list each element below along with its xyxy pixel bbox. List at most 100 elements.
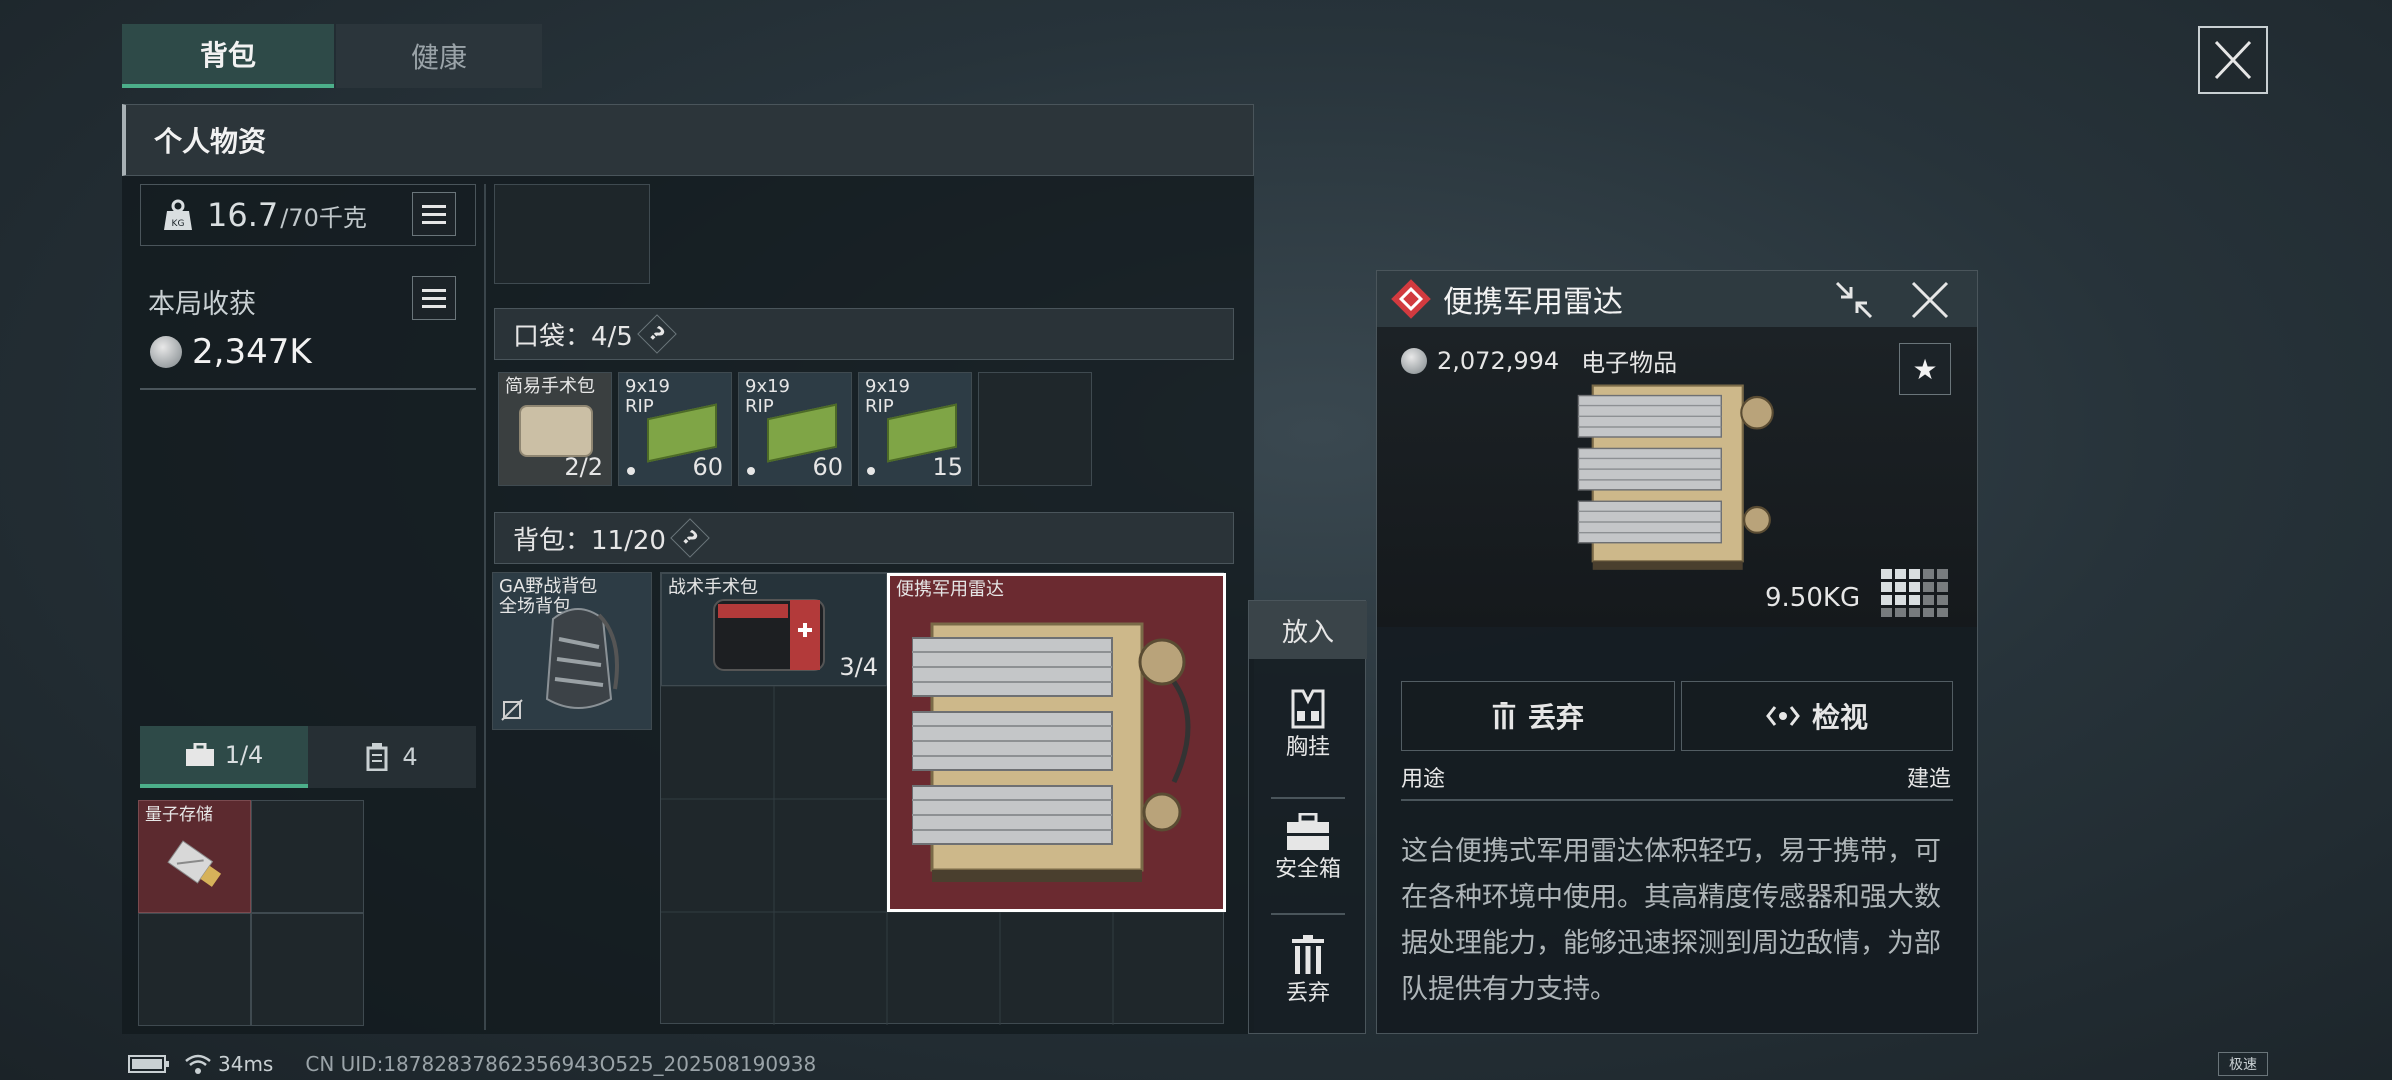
ping-value: 34ms	[218, 1052, 274, 1076]
harvest-list-button[interactable]	[412, 276, 456, 320]
pocket-item-label: 9x19 RIP	[865, 376, 911, 417]
item-detail-panel: 便携军用雷达 2,072,994 电子物品 ★ 9.50KG 丢弃 检视 用途 …	[1376, 270, 1978, 1034]
action-discard[interactable]: 丢弃	[1249, 935, 1367, 1007]
briefcase-icon	[185, 743, 214, 766]
pockets-header: 口袋：4/5 ?	[494, 308, 1234, 360]
harvest-label: 本局收获	[148, 289, 256, 320]
action-vest[interactable]: 胸挂	[1249, 689, 1367, 761]
section-header: 个人物资	[122, 104, 1254, 176]
storage-slot-empty[interactable]	[251, 800, 364, 913]
pocket-item-count: 2/2	[564, 453, 603, 481]
storage-slot-empty[interactable]	[251, 913, 364, 1026]
harvest-value-row: 2,347K	[150, 332, 312, 372]
put-in-label: 放入	[1281, 617, 1334, 648]
battery-icon	[128, 1055, 169, 1073]
weight-current: 16.7	[207, 196, 279, 234]
side-action-column: 放入 胸挂 安全箱 丢弃	[1248, 600, 1367, 1034]
rarity-diamond-icon	[1391, 279, 1431, 319]
side-divider	[1271, 797, 1345, 799]
close-button[interactable]	[2198, 26, 2268, 94]
pocket-item-label: 9x19 RIP	[745, 376, 791, 417]
storage-slot-quantum[interactable]: 量子存储	[138, 800, 251, 913]
vest-icon	[1291, 689, 1325, 729]
column-divider	[484, 184, 486, 1030]
coin-icon	[150, 336, 182, 368]
backpack-label: 背包：11/20	[513, 525, 666, 556]
inspect-button[interactable]: 检视	[1681, 681, 1953, 751]
inspect-label: 检视	[1811, 701, 1868, 734]
backpack-item-radar[interactable]: 便携军用雷达	[887, 573, 1226, 912]
storage-slot-empty[interactable]	[138, 913, 251, 1026]
detail-close-button[interactable]	[1907, 277, 1953, 323]
close-icon	[2214, 40, 2252, 80]
backpack-header: 背包：11/20 ?	[494, 512, 1234, 564]
action-vest-label: 胸挂	[1285, 735, 1330, 760]
pocket-slot-empty[interactable]	[978, 372, 1092, 486]
pocket-item-count: 15	[932, 453, 963, 481]
pocket-item-label: 9x19 RIP	[625, 376, 671, 417]
detail-divider	[1401, 799, 1953, 801]
usb-drive-icon	[167, 840, 222, 887]
pockets-help-icon[interactable]: ?	[637, 314, 677, 354]
pocket-item-surgical-kit[interactable]: 简易手术包 2/2	[498, 372, 612, 486]
price-row: 2,072,994 电子物品	[1401, 343, 1677, 378]
action-safe-box-label: 安全箱	[1274, 857, 1341, 882]
inspect-icon	[1766, 706, 1800, 726]
storage-tab-canister[interactable]: 4	[308, 726, 476, 788]
craft-label[interactable]: 建造	[1907, 761, 1951, 793]
detail-header: 便携军用雷达	[1377, 271, 1977, 327]
backpack-grid: 战术手术包 3/4 便携军用雷达	[660, 572, 1226, 1025]
tab-health[interactable]: 健康	[336, 24, 542, 88]
action-safe-box[interactable]: 安全箱	[1249, 813, 1367, 883]
safe-box-icon	[1287, 813, 1329, 850]
pocket-item-count: 60	[812, 453, 843, 481]
detail-title: 便携军用雷达	[1443, 285, 1623, 320]
pocket-item-label: 简易手术包	[505, 376, 595, 397]
storage-tab-canister-label: 4	[402, 743, 418, 771]
storage-item-label: 量子存储	[145, 805, 213, 825]
field-backpack-icon	[545, 608, 619, 709]
backpack-item-count: 3/4	[839, 653, 878, 681]
put-in-button[interactable]: 放入	[1249, 601, 1367, 659]
discard-button[interactable]: 丢弃	[1401, 681, 1675, 751]
storage-grid: 量子存储	[138, 800, 364, 1026]
weight-list-button[interactable]	[412, 192, 456, 236]
weight-max: /70千克	[280, 203, 367, 232]
tab-backpack[interactable]: 背包	[122, 24, 334, 88]
detail-image-area: 2,072,994 电子物品 ★ 9.50KG	[1377, 327, 1977, 627]
trash-icon	[1492, 702, 1516, 730]
collapse-icon	[1835, 281, 1873, 319]
backpack-item-label: 便携军用雷达	[896, 579, 1004, 600]
detail-description: 这台便携式军用雷达体积轻巧，易于携带，可在各种环境中使用。其高精度传感器和强大数…	[1401, 836, 1941, 1005]
no-insure-icon	[501, 699, 523, 721]
radar-icon	[912, 622, 1191, 882]
status-bar: 34ms CN UID:18782837862356943O525_202508…	[128, 1052, 816, 1076]
favorite-button[interactable]: ★	[1899, 343, 1951, 395]
star-icon: ★	[1912, 352, 1938, 386]
pockets-row: 简易手术包 2/2 9x19 RIP 60 9x19 RIP 60 9x19 R…	[494, 372, 1094, 488]
svg-text:KG: KG	[172, 219, 185, 229]
usage-label[interactable]: 用途	[1401, 761, 1445, 793]
pocket-item-count: 60	[692, 453, 723, 481]
close-icon	[1911, 281, 1949, 319]
storage-tab-case[interactable]: 1/4	[140, 726, 308, 788]
pocket-item-ammo-2[interactable]: 9x19 RIP 60	[738, 372, 852, 486]
backpack-equipped-item[interactable]: GA野战背包 全场背包	[492, 572, 652, 730]
mode-label: 极速	[2229, 1057, 2257, 1073]
equipment-slot-partial[interactable]	[494, 184, 650, 284]
radar-preview-icon	[1577, 384, 1774, 570]
pocket-item-ammo-3[interactable]: 9x19 RIP 15	[858, 372, 972, 486]
detail-price: 2,072,994	[1437, 346, 1560, 375]
trash-icon	[1292, 935, 1324, 974]
pockets-label: 口袋：4/5	[513, 321, 633, 352]
backpack-item-tactical-kit[interactable]: 战术手术包 3/4	[661, 573, 887, 686]
pocket-item-ammo-1[interactable]: 9x19 RIP 60	[618, 372, 732, 486]
collapse-button[interactable]	[1831, 277, 1877, 323]
uid-text: CN UID:18782837862356943O525_20250819093…	[305, 1052, 817, 1076]
detail-weight: 9.50KG	[1765, 583, 1861, 613]
storage-tab-case-label: 1/4	[224, 741, 264, 769]
backpack-help-icon[interactable]: ?	[670, 518, 710, 558]
kg-weight-icon: KG	[164, 199, 192, 230]
detail-category: 电子物品	[1581, 349, 1678, 377]
tab-backpack-label: 背包	[199, 39, 256, 72]
